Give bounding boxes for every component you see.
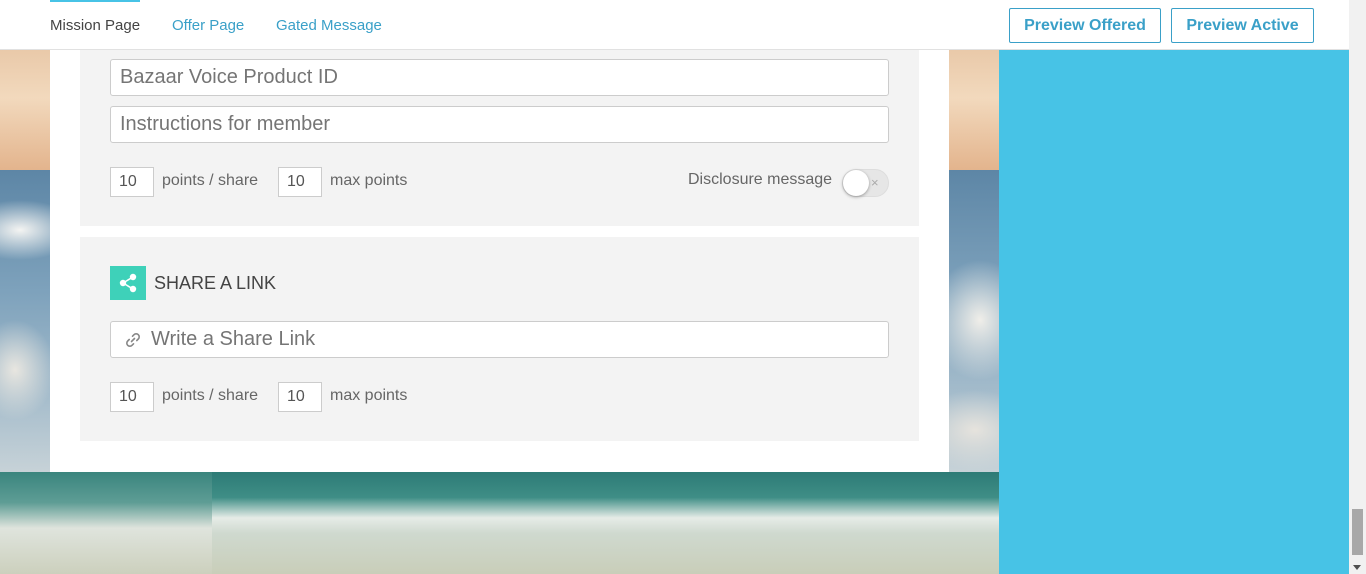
max-points-input[interactable]: 10 — [278, 167, 322, 197]
tab-offer-page[interactable]: Offer Page — [172, 0, 244, 50]
preview-panel — [999, 50, 1349, 574]
share-link-input[interactable] — [110, 321, 889, 358]
share-a-link-title: SHARE A LINK — [154, 273, 277, 293]
background-sea-left — [0, 472, 212, 574]
share-link-max-points-label: max points — [330, 387, 408, 404]
scroll-down-arrow-icon[interactable] — [1353, 565, 1361, 570]
points-per-share-label: points / share — [162, 172, 259, 189]
preview-offered-button[interactable]: Preview Offered — [1009, 8, 1161, 43]
share-link-points-per-share-input[interactable]: 10 — [110, 382, 154, 412]
bazaar-voice-product-id-input[interactable] — [110, 59, 889, 96]
scrollbar-thumb[interactable] — [1352, 509, 1363, 555]
share-icon — [110, 266, 146, 300]
toggle-off-icon: × — [871, 175, 879, 190]
toggle-knob — [843, 170, 869, 196]
instructions-for-member-input[interactable] — [110, 106, 889, 143]
disclosure-message-toggle[interactable]: × — [842, 169, 889, 197]
max-points-label: max points — [330, 172, 408, 189]
page-scrollbar[interactable] — [1349, 0, 1366, 574]
disclosure-message-label: Disclosure message — [688, 171, 833, 188]
share-link-points-per-share-label: points / share — [162, 387, 259, 404]
tab-gated-message[interactable]: Gated Message — [276, 0, 382, 50]
link-icon — [124, 331, 142, 349]
preview-active-button[interactable]: Preview Active — [1171, 8, 1314, 43]
top-nav-bar: Mission Page Offer Page Gated Message Pr… — [0, 0, 1349, 50]
share-link-max-points-input[interactable]: 10 — [278, 382, 322, 412]
tab-mission-page[interactable]: Mission Page — [50, 0, 141, 50]
points-per-share-input[interactable]: 10 — [110, 167, 154, 197]
